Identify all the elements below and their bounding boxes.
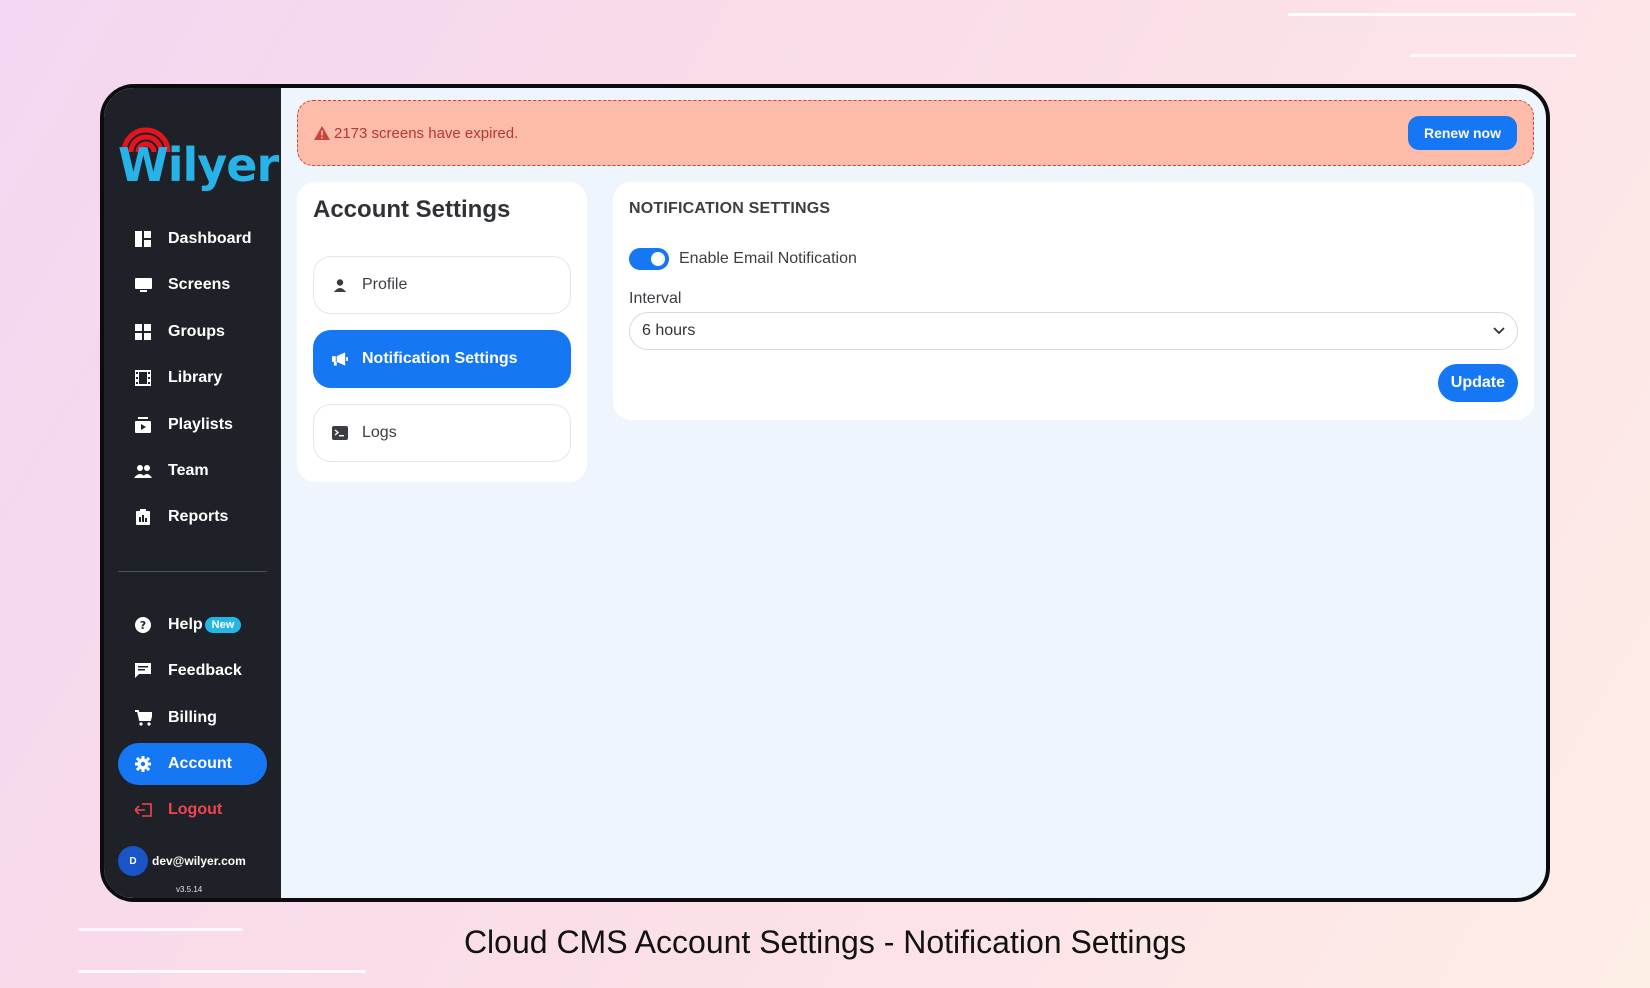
tab-label: Notification Settings bbox=[362, 350, 518, 367]
help-icon: ? bbox=[134, 616, 152, 634]
tab-notification-settings[interactable]: Notification Settings bbox=[313, 330, 571, 388]
new-badge: New bbox=[204, 616, 242, 633]
app-window: Wilyer Dashboard Screens Groups Library … bbox=[100, 84, 1550, 902]
sidebar-item-billing[interactable]: Billing bbox=[118, 697, 267, 739]
sidebar-item-label: Billing bbox=[168, 708, 217, 726]
sidebar-item-playlists[interactable]: Playlists bbox=[118, 404, 267, 446]
section-title: NOTIFICATION SETTINGS bbox=[629, 200, 831, 217]
gear-icon bbox=[134, 755, 152, 773]
decor-line bbox=[78, 970, 366, 973]
user-profile[interactable]: D dev@wilyer.com bbox=[118, 846, 246, 876]
film-icon bbox=[134, 369, 152, 387]
tab-logs[interactable]: Logs bbox=[313, 404, 571, 462]
avatar: D bbox=[118, 846, 148, 876]
alert-message: 2173 screens have expired. bbox=[334, 124, 519, 142]
app-version: v3.5.14 bbox=[176, 885, 203, 894]
expiry-alert: 2173 screens have expired. Renew now bbox=[297, 100, 1534, 166]
account-settings-panel: Account Settings Profile Notification Se… bbox=[297, 182, 587, 482]
screenshot-caption: Cloud CMS Account Settings - Notificatio… bbox=[463, 924, 1187, 960]
sidebar-item-screens[interactable]: Screens bbox=[118, 264, 267, 306]
clipboard-icon bbox=[134, 508, 152, 526]
decor-line bbox=[1410, 54, 1576, 57]
interval-value: 6 hours bbox=[642, 322, 696, 339]
sidebar-item-label: Team bbox=[168, 461, 209, 479]
sidebar-item-label: Groups bbox=[168, 322, 225, 340]
user-email: dev@wilyer.com bbox=[152, 854, 246, 868]
sidebar-item-label: Feedback bbox=[168, 662, 242, 680]
warning-icon bbox=[314, 126, 330, 140]
main-content: 2173 screens have expired. Renew now Acc… bbox=[281, 88, 1546, 898]
sidebar-item-library[interactable]: Library bbox=[118, 357, 267, 399]
brand-name: Wilyer bbox=[118, 138, 279, 192]
settings-area: Account Settings Profile Notification Se… bbox=[297, 182, 1534, 482]
brand-logo: Wilyer bbox=[104, 88, 281, 218]
sidebar-item-label: Screens bbox=[168, 276, 231, 294]
dashboard-icon bbox=[134, 230, 152, 248]
alert-message-row: 2173 screens have expired. bbox=[314, 125, 518, 142]
playlist-icon bbox=[134, 416, 152, 434]
sidebar-item-label: Library bbox=[168, 369, 223, 387]
sidebar: Wilyer Dashboard Screens Groups Library … bbox=[104, 88, 281, 898]
sidebar-item-label: Logout bbox=[168, 801, 223, 819]
sidebar-item-reports[interactable]: Reports bbox=[118, 496, 267, 538]
email-notification-row: Enable Email Notification bbox=[629, 248, 1518, 270]
decor-line bbox=[1288, 13, 1576, 16]
sidebar-item-help[interactable]: ? Help New bbox=[118, 604, 267, 646]
sidebar-item-logout[interactable]: Logout bbox=[118, 789, 267, 831]
sidebar-item-label: Account bbox=[168, 754, 232, 772]
sidebar-item-account[interactable]: Account bbox=[118, 742, 267, 785]
sidebar-item-label: Playlists bbox=[168, 415, 233, 433]
chevron-down-icon bbox=[1493, 327, 1505, 335]
page-title: Account Settings bbox=[313, 196, 511, 223]
terminal-icon bbox=[332, 425, 348, 441]
chat-icon bbox=[134, 662, 152, 680]
megaphone-icon bbox=[332, 351, 348, 367]
grid-icon bbox=[134, 323, 152, 341]
sidebar-divider bbox=[118, 570, 267, 572]
sidebar-item-label: Help bbox=[168, 615, 203, 633]
secondary-nav: ? Help New Feedback Billing Account Logo… bbox=[104, 604, 281, 836]
sidebar-item-label: Reports bbox=[168, 508, 229, 526]
logout-icon bbox=[134, 801, 152, 819]
interval-label: Interval bbox=[629, 290, 682, 307]
monitor-icon bbox=[134, 276, 152, 294]
user-icon bbox=[332, 277, 348, 293]
tab-profile[interactable]: Profile bbox=[313, 256, 571, 314]
notification-settings-panel: NOTIFICATION SETTINGS Enable Email Notif… bbox=[613, 182, 1534, 420]
cart-icon bbox=[134, 709, 152, 727]
update-button[interactable]: Update bbox=[1437, 364, 1518, 402]
sidebar-item-dashboard[interactable]: Dashboard bbox=[118, 218, 267, 260]
interval-select[interactable]: 6 hours bbox=[629, 312, 1518, 350]
tab-label: Profile bbox=[362, 276, 408, 293]
email-notification-toggle[interactable] bbox=[629, 248, 669, 270]
sidebar-item-label: Dashboard bbox=[168, 230, 252, 247]
tab-label: Logs bbox=[362, 424, 397, 441]
sidebar-item-groups[interactable]: Groups bbox=[118, 311, 267, 353]
sidebar-item-team[interactable]: Team bbox=[118, 450, 267, 492]
renew-now-button[interactable]: Renew now bbox=[1407, 116, 1517, 150]
sidebar-item-feedback[interactable]: Feedback bbox=[118, 650, 267, 692]
svg-text:?: ? bbox=[140, 619, 146, 632]
team-icon bbox=[134, 462, 152, 480]
toggle-label: Enable Email Notification bbox=[679, 250, 857, 267]
main-nav: Dashboard Screens Groups Library Playlis… bbox=[104, 218, 281, 543]
